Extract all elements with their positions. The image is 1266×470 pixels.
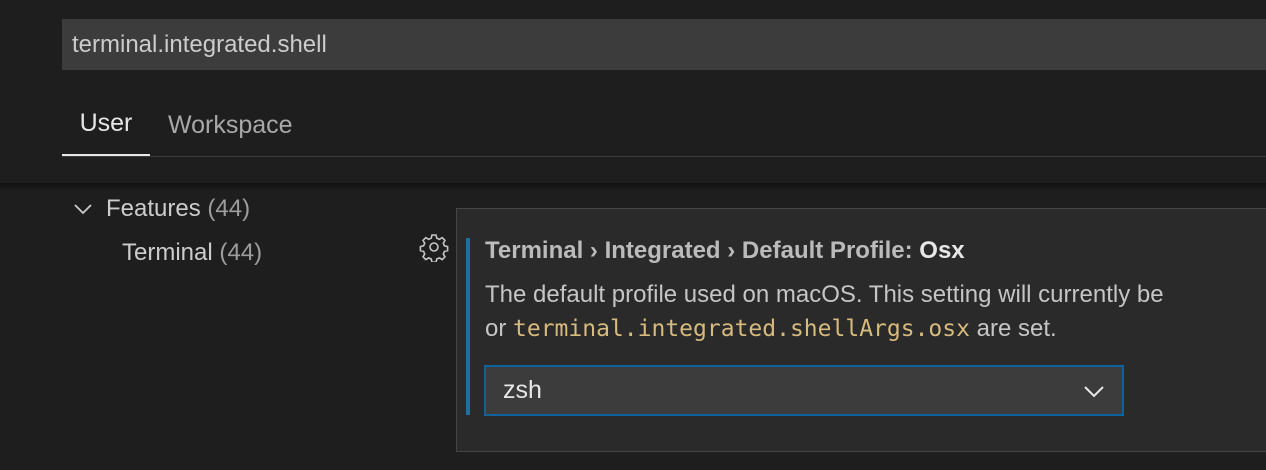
settings-search-box[interactable] (62, 19, 1266, 70)
description-prefix: or (485, 315, 514, 342)
header-shadow (0, 183, 1266, 191)
setting-title: Terminal › Integrated › Default Profile:… (485, 234, 965, 268)
chevron-down-icon (74, 204, 92, 215)
dropdown-selected-value: zsh (503, 376, 542, 404)
toc-terminal-count: (44) (219, 239, 263, 266)
setting-link-shellargs[interactable]: terminal.integrated.shellArgs.osx (513, 316, 970, 342)
tab-user[interactable]: User (62, 94, 150, 156)
description-suffix: are set. (969, 315, 1057, 342)
toc-features-label: Features (106, 195, 201, 222)
setting-focus-indicator (466, 238, 470, 415)
setting-title-key: Osx (919, 237, 965, 264)
toc-features-count: (44) (207, 195, 251, 222)
setting-description-line1: The default profile used on macOS. This … (485, 281, 1164, 308)
toc-terminal-label: Terminal (122, 239, 213, 266)
toc-item-terminal[interactable]: Terminal (44) (122, 237, 262, 269)
chevron-down-icon (1084, 385, 1104, 397)
gear-icon[interactable] (419, 232, 449, 262)
default-profile-dropdown[interactable]: zsh (484, 365, 1124, 416)
toc-item-features[interactable]: Features (44) (72, 193, 250, 225)
setting-description-line2: or terminal.integrated.shellArgs.osx are… (485, 312, 1057, 346)
settings-scope-tabs: User Workspace (62, 94, 1266, 157)
tab-workspace[interactable]: Workspace (168, 94, 293, 156)
settings-search-input[interactable] (72, 30, 1266, 59)
setting-title-path: Terminal › Integrated › Default Profile: (485, 237, 920, 264)
